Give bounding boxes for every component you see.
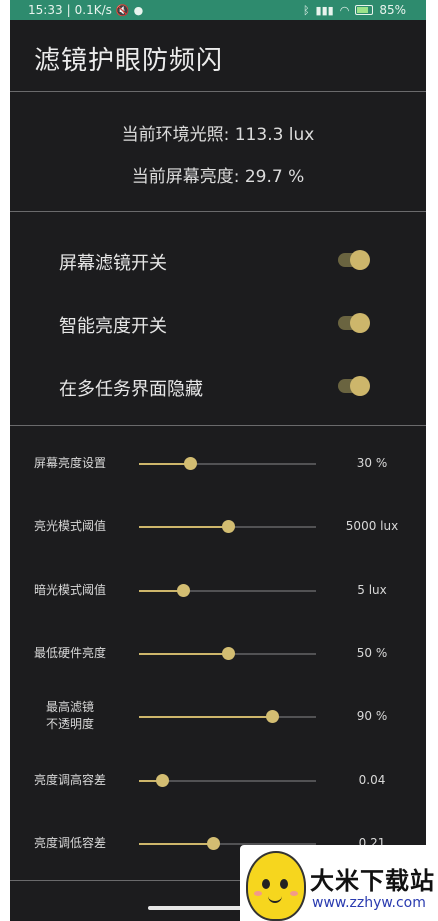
slider-fill	[139, 526, 228, 528]
screen-brightness-readout: 当前屏幕亮度: 29.7 %	[131, 167, 305, 187]
switch-row-smart-brightness[interactable]: 智能亮度开关	[10, 303, 426, 343]
smart-brightness-toggle[interactable]	[338, 313, 370, 333]
slider-label: 暗光模式阈值	[33, 583, 106, 597]
divider	[10, 425, 426, 426]
switch-row-screen-filter[interactable]: 屏幕滤镜开关	[10, 240, 426, 280]
status-time: 15:33	[28, 3, 63, 17]
slider-thumb[interactable]	[221, 647, 235, 660]
wifi-icon: ◠	[339, 3, 350, 17]
slider-thumb[interactable]	[207, 837, 221, 850]
slider-label: 亮度调高容差	[33, 773, 106, 787]
slider-label: 亮度调低容差	[33, 836, 106, 850]
divider	[10, 211, 426, 212]
slider-row: 亮度调高容差 0.04	[10, 761, 426, 801]
slider-value: 30 %	[356, 456, 388, 470]
slider-label: 屏幕亮度设置	[33, 456, 106, 470]
hide-in-recents-toggle[interactable]	[338, 376, 370, 396]
slider-value: 90 %	[356, 709, 388, 723]
slider-track[interactable]	[139, 520, 316, 533]
watermark-badge: 大米下载站 www.zzhyw.com	[240, 845, 438, 921]
slider-value: 5 lux	[357, 583, 387, 597]
slider-row: 最低硬件亮度 50 %	[10, 634, 426, 674]
slider-label: 亮光模式阈值	[33, 519, 106, 533]
slider-thumb[interactable]	[184, 457, 198, 470]
slider-value: 5000 lux	[345, 519, 399, 533]
slider-label: 最高滤镜 不透明度	[45, 700, 94, 731]
slider-value: 0.04	[358, 773, 386, 787]
switch-row-hide-in-recents[interactable]: 在多任务界面隐藏	[10, 366, 426, 406]
signal-icon: ▮▮▮	[315, 3, 334, 17]
slider-fill	[139, 716, 272, 718]
status-battery: 85%	[379, 3, 406, 17]
status-net-speed: 0.1K/s	[74, 3, 112, 17]
slider-track[interactable]	[139, 457, 316, 470]
slider-row: 最高滤镜 不透明度 90 %	[10, 697, 426, 737]
slider-fill	[139, 463, 191, 465]
battery-icon	[355, 5, 374, 15]
slider-thumb[interactable]	[265, 710, 279, 723]
bluetooth-icon: ᛒ	[302, 3, 310, 17]
screen-filter-toggle[interactable]	[338, 250, 370, 270]
slider-row: 屏幕亮度设置 30 %	[10, 444, 426, 484]
watermark-url: www.zzhyw.com	[312, 895, 426, 911]
slider-thumb[interactable]	[156, 774, 169, 787]
mascot-logo-icon	[246, 851, 306, 921]
mute-icon: 🔇	[115, 3, 130, 17]
status-bar: 15:33 | 0.1K/s 🔇 ● ᛒ ▮▮▮ ◠ 85%	[10, 0, 426, 20]
page-title: 滤镜护眼防频闪	[34, 46, 224, 76]
switch-label: 智能亮度开关	[59, 316, 167, 337]
slider-fill	[139, 653, 228, 655]
switch-label: 在多任务界面隐藏	[59, 379, 203, 400]
switch-label: 屏幕滤镜开关	[59, 253, 167, 274]
slider-label: 最低硬件亮度	[33, 646, 106, 660]
slider-value: 50 %	[356, 646, 388, 660]
slider-track[interactable]	[139, 710, 316, 723]
slider-track[interactable]	[139, 647, 316, 660]
watermark-name: 大米下载站	[310, 867, 435, 895]
wechat-icon: ●	[133, 3, 144, 17]
slider-thumb[interactable]	[221, 520, 235, 533]
app-screen: 15:33 | 0.1K/s 🔇 ● ᛒ ▮▮▮ ◠ 85% 滤镜护眼防频闪 当…	[10, 0, 426, 921]
slider-track[interactable]	[139, 584, 316, 597]
divider	[10, 91, 426, 92]
slider-track[interactable]	[139, 774, 316, 787]
ambient-light-readout: 当前环境光照: 113.3 lux	[121, 125, 315, 145]
slider-thumb[interactable]	[177, 584, 191, 597]
slider-row: 暗光模式阈值 5 lux	[10, 571, 426, 611]
slider-fill	[139, 843, 214, 845]
slider-row: 亮光模式阈值 5000 lux	[10, 507, 426, 547]
